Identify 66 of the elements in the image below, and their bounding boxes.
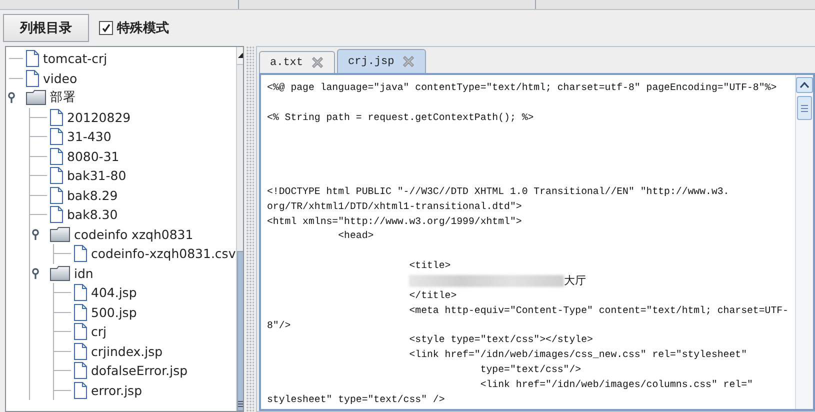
tree-file-item[interactable]: crj bbox=[91, 324, 106, 340]
file-icon bbox=[74, 382, 87, 399]
code-line: 大厅 bbox=[564, 274, 586, 289]
tree-folder-item[interactable]: 部署 bbox=[50, 89, 76, 106]
tree-file-item[interactable]: 31-430 bbox=[67, 129, 112, 144]
tree-file-item[interactable]: 500.jsp bbox=[91, 304, 137, 320]
file-icon bbox=[26, 50, 39, 68]
file-icon bbox=[50, 186, 63, 204]
file-icon bbox=[26, 70, 39, 87]
close-icon[interactable] bbox=[311, 56, 324, 69]
code-line: <meta http-equiv="Content-Type" content="text/html; charset=UTF- bbox=[408, 304, 790, 318]
scrollbar[interactable] bbox=[795, 75, 813, 409]
code-line: stylesheet" type="text/css" /> bbox=[267, 392, 446, 407]
code-line: <% String path = request.getContextPath(); %> bbox=[267, 110, 535, 125]
file-icon bbox=[50, 167, 63, 184]
code-line: <html xmlns="http://www.w3.org/1999/xhtml"> bbox=[267, 214, 523, 229]
code-line: org/TR/xhtml1/DTD/xhtml1-transitional.dtd"> bbox=[267, 200, 523, 214]
code-line: <%@ page language="java" contentType="text/html; charset=utf-8" pageEncoding="UTF-8"%> bbox=[267, 81, 778, 95]
file-icon bbox=[74, 304, 87, 321]
tree-file-item[interactable]: dofalseError.jsp bbox=[91, 363, 188, 378]
file-icon bbox=[74, 342, 87, 360]
special-mode-checkbox[interactable] bbox=[99, 21, 113, 35]
tree-file-item[interactable]: 8080-31 bbox=[67, 148, 120, 164]
tree-file-item[interactable]: codeinfo-xzqh0831.csv bbox=[91, 246, 236, 262]
file-icon bbox=[50, 148, 63, 165]
tree-file-item[interactable]: video bbox=[43, 70, 78, 86]
tree-folder-item[interactable]: codeinfo xzqh0831 bbox=[74, 226, 194, 242]
special-mode-label: 特殊模式 bbox=[117, 20, 169, 37]
tree-file-item[interactable]: 20120829 bbox=[67, 110, 131, 125]
tree-file-item[interactable]: bak8.29 bbox=[67, 188, 118, 203]
code-line: <link href="/idn/web/images/css_new.css" rel="stylesheet" bbox=[408, 348, 748, 362]
code-line: </title> bbox=[408, 288, 458, 303]
code-line: <title> bbox=[408, 259, 452, 274]
folder-icon bbox=[50, 266, 70, 281]
file-tab[interactable]: crj.jsp bbox=[337, 49, 426, 73]
file-icon bbox=[50, 128, 63, 146]
splitter-handle[interactable] bbox=[246, 46, 254, 412]
file-icon bbox=[50, 108, 63, 126]
file-icon bbox=[74, 323, 87, 340]
scroll-up-icon[interactable] bbox=[800, 82, 809, 88]
tree-file-item[interactable]: bak31-80 bbox=[67, 168, 126, 184]
file-icon bbox=[50, 206, 63, 224]
tree-file-item[interactable]: crjindex.jsp bbox=[91, 344, 163, 359]
tree-file-item[interactable]: 404.jsp bbox=[91, 285, 137, 300]
code-line: <style type="text/css"></style> bbox=[408, 333, 594, 348]
code-line: <link href="/idn/web/images/columns.css" rel=" bbox=[479, 378, 754, 392]
file-icon bbox=[74, 362, 87, 380]
code-editor[interactable] bbox=[259, 73, 815, 411]
list-root-button[interactable]: 列根目录 bbox=[3, 14, 89, 42]
tree-file-item[interactable]: tomcat-crj bbox=[43, 51, 108, 66]
expand-handle-icon[interactable] bbox=[8, 92, 15, 104]
tree-folder-item[interactable]: idn bbox=[74, 266, 94, 281]
file-icon bbox=[74, 284, 87, 302]
expand-handle-icon[interactable] bbox=[32, 268, 39, 279]
file-tab[interactable]: a.txt bbox=[259, 51, 336, 73]
folder-icon bbox=[50, 226, 70, 242]
code-line: type="text/css"/> bbox=[479, 363, 582, 378]
tree-file-item[interactable]: error.jsp bbox=[91, 382, 142, 398]
code-line: <head> bbox=[337, 229, 375, 244]
expand-handle-icon[interactable] bbox=[32, 228, 39, 240]
grip-icon bbox=[801, 104, 808, 112]
tree-file-item[interactable]: bak8.30 bbox=[67, 207, 118, 222]
code-line: <!DOCTYPE html PUBLIC "-//W3C//DTD XHTML 1.0 Transitional//EN" "http://www.w3. bbox=[267, 184, 730, 199]
code-line: 8"/> bbox=[267, 318, 292, 332]
folder-icon bbox=[26, 90, 46, 106]
file-icon bbox=[74, 245, 87, 262]
